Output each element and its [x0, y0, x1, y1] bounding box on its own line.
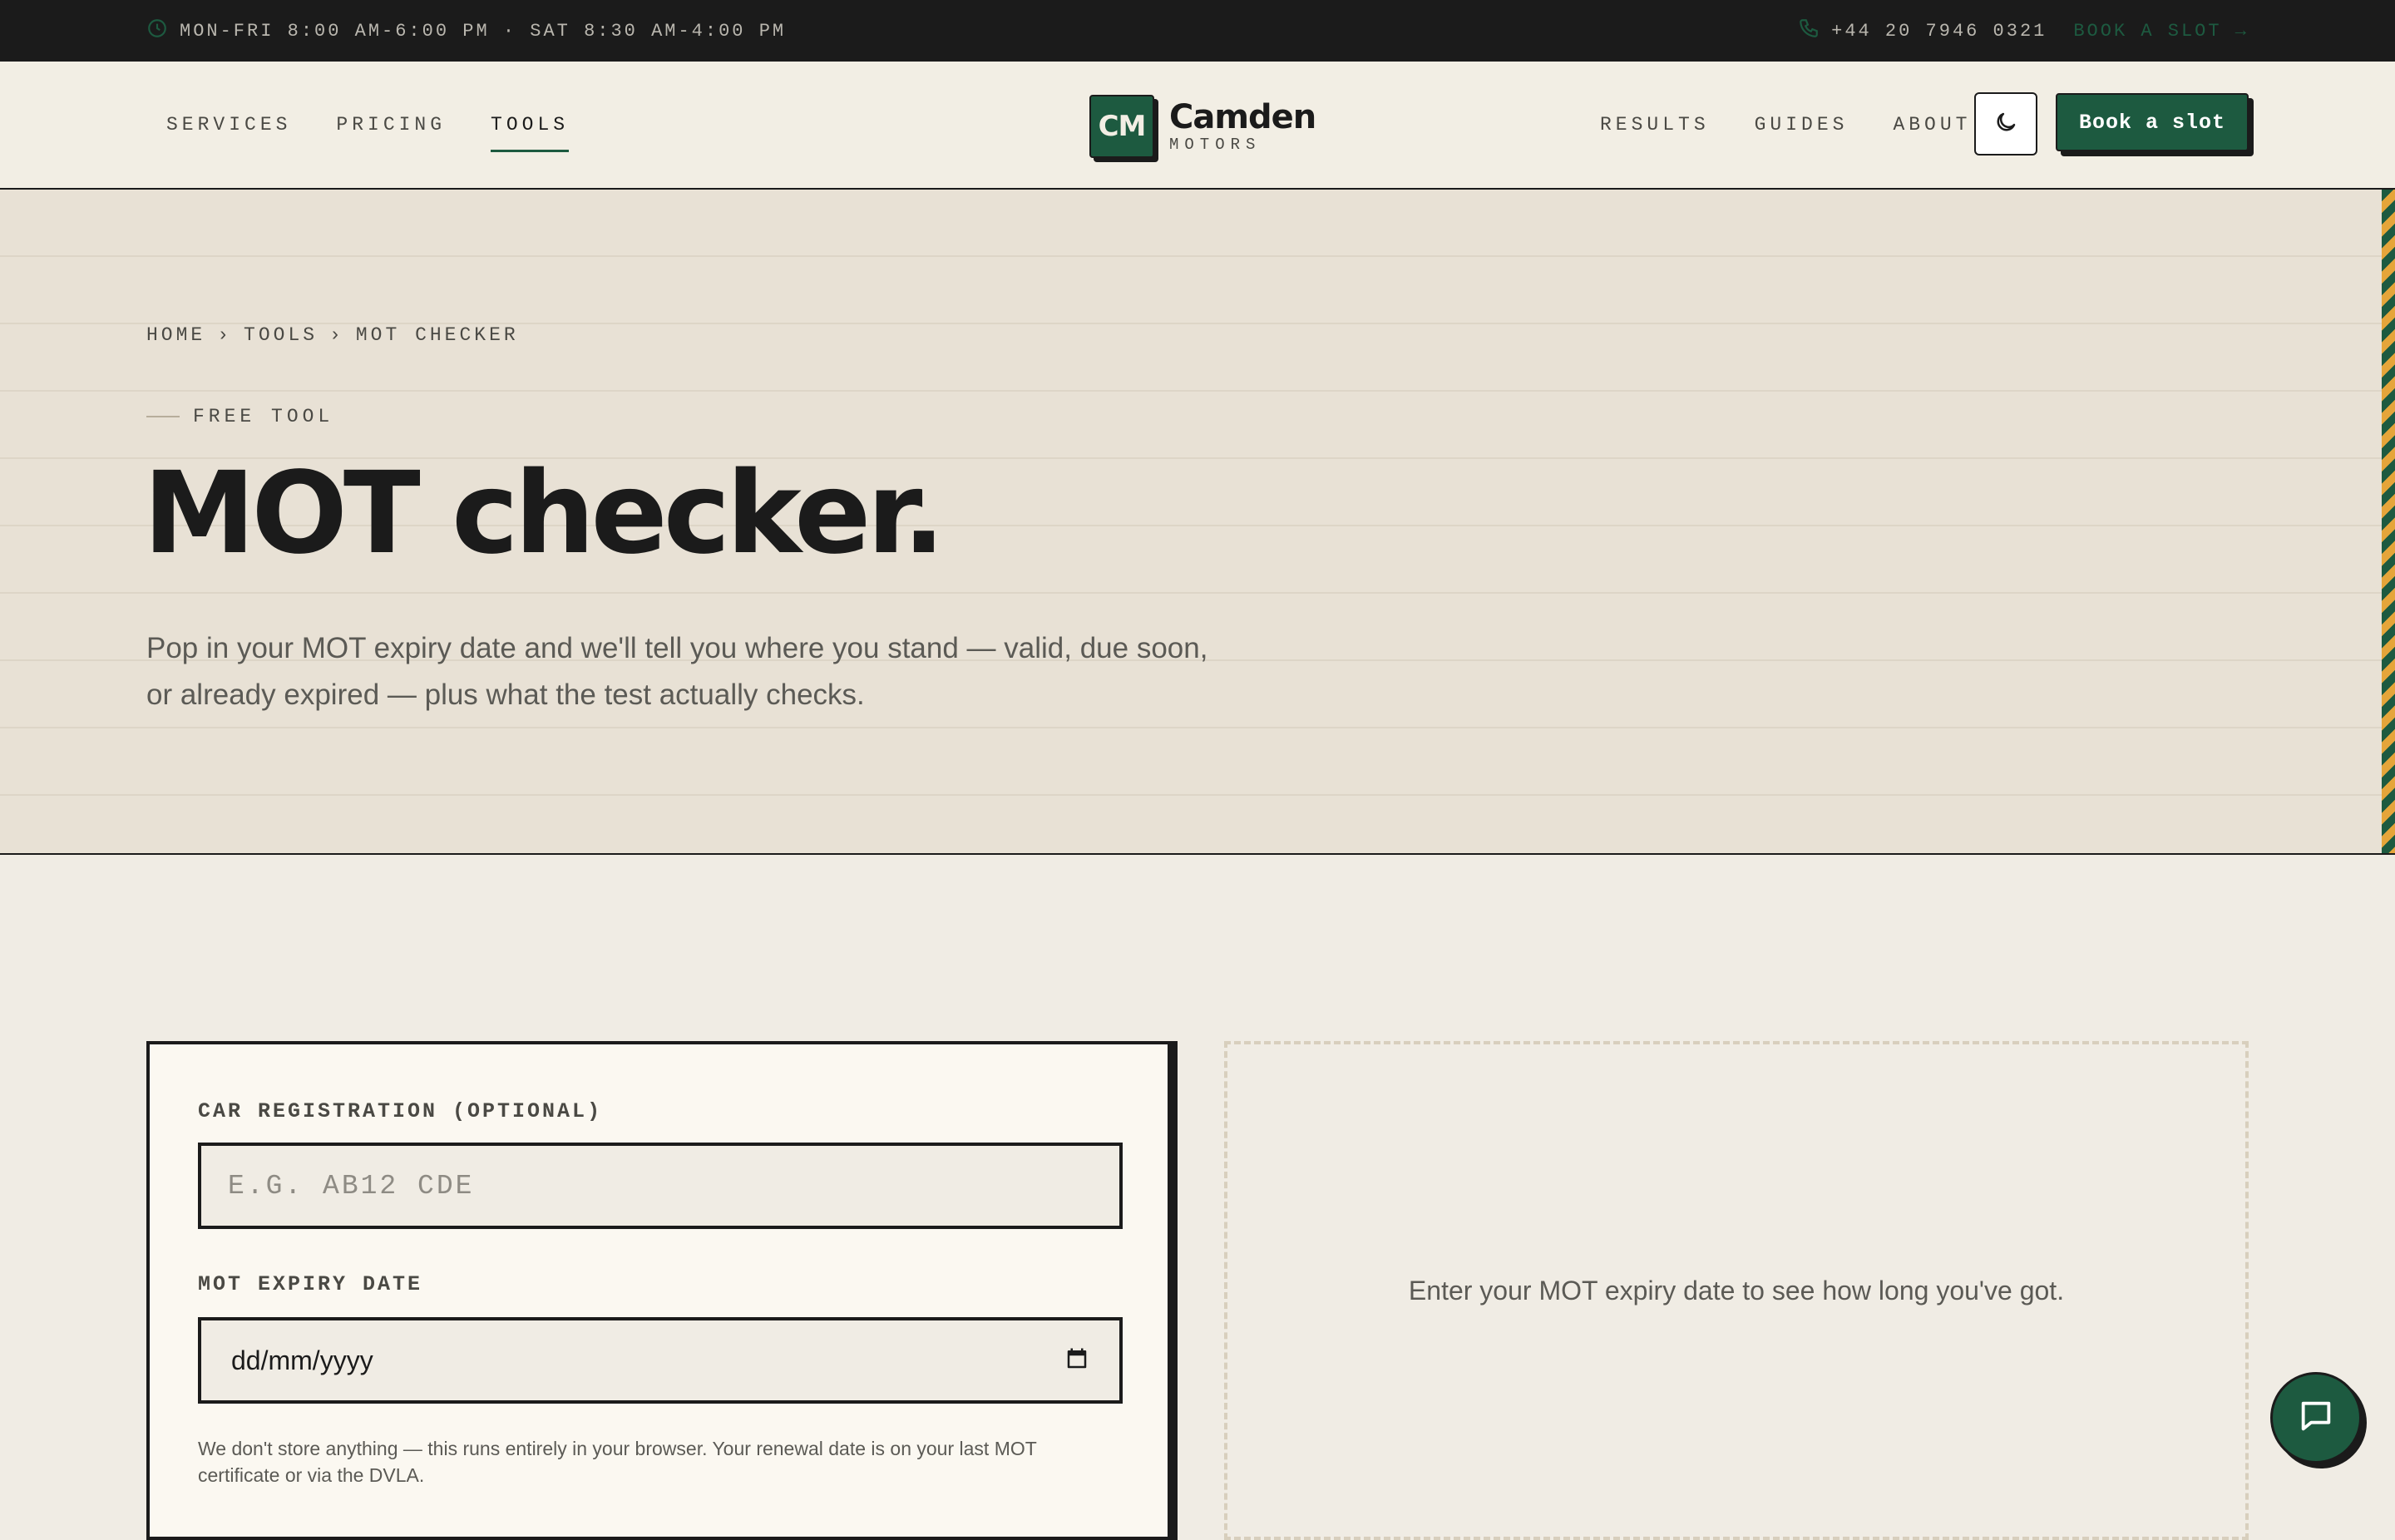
registration-input[interactable]	[198, 1143, 1123, 1229]
nav-results[interactable]: RESULTS	[1600, 114, 1710, 136]
nav-guides[interactable]: GUIDES	[1755, 114, 1849, 136]
breadcrumb-tools[interactable]: TOOLS	[244, 324, 318, 346]
nav-tools[interactable]: TOOLS	[491, 114, 570, 152]
expiry-date-label: MOT EXPIRY DATE	[198, 1272, 423, 1296]
mot-form-card: CAR REGISTRATION (OPTIONAL) MOT EXPIRY D…	[146, 1041, 1171, 1540]
breadcrumb: HOME › TOOLS › MOT CHECKER	[146, 324, 519, 346]
arrow-right-icon: →	[2235, 20, 2249, 42]
registration-label: CAR REGISTRATION (OPTIONAL)	[198, 1099, 603, 1123]
hero-description-line-2: or already expired — plus what the test …	[146, 679, 865, 711]
breadcrumb-current: MOT CHECKER	[355, 324, 519, 346]
chevron-right-icon: ›	[329, 324, 344, 346]
hero-description: Pop in your MOT expiry date and we'll te…	[146, 625, 1277, 718]
chevron-right-icon: ›	[217, 324, 233, 346]
expiry-date-input[interactable]: dd/mm/yyyy	[198, 1317, 1123, 1404]
page-title: MOT checker.	[143, 448, 946, 580]
nav-services[interactable]: SERVICES	[166, 114, 291, 136]
eyebrow-rule	[146, 416, 180, 417]
result-placeholder-message: Enter your MOT expiry date to see how lo…	[1408, 1276, 2065, 1306]
logo-name: Camden	[1169, 97, 1316, 136]
hero-section: HOME › TOOLS › MOT CHECKER FREE TOOL MOT…	[0, 190, 2395, 855]
top-book-slot-link[interactable]: BOOK A SLOT →	[2073, 21, 2249, 42]
top-contact: +44 20 7946 0321 BOOK A SLOT →	[1798, 18, 2249, 43]
top-book-slot-label: BOOK A SLOT	[2073, 20, 2222, 42]
top-info-bar: MON-FRI 8:00 AM-6:00 PM · SAT 8:30 AM-4:…	[0, 0, 2395, 62]
site-header: SERVICES PRICING TOOLS CM Camden MOTORS …	[0, 62, 2395, 190]
date-input-value: dd/mm/yyyy	[231, 1345, 373, 1375]
clock-icon	[146, 17, 168, 45]
result-panel: Enter your MOT expiry date to see how lo…	[1224, 1041, 2249, 1540]
breadcrumb-home[interactable]: HOME	[146, 324, 205, 346]
privacy-help-text: We don't store anything — this runs enti…	[198, 1435, 1121, 1488]
phone-number-link[interactable]: +44 20 7946 0321	[1831, 21, 2047, 42]
logo-subtitle: MOTORS	[1169, 135, 1262, 154]
moon-icon	[1993, 110, 2018, 139]
eyebrow: FREE TOOL	[146, 406, 333, 427]
hazard-stripe	[2382, 190, 2395, 853]
opening-hours-text: MON-FRI 8:00 AM-6:00 PM · SAT 8:30 AM-4:…	[180, 20, 787, 42]
opening-hours: MON-FRI 8:00 AM-6:00 PM · SAT 8:30 AM-4:…	[146, 18, 786, 43]
logo-mark: CM	[1089, 95, 1154, 158]
hero-description-line-1: Pop in your MOT expiry date and we'll te…	[146, 632, 1208, 664]
chat-button[interactable]	[2270, 1372, 2362, 1463]
book-slot-button[interactable]: Book a slot	[2056, 93, 2249, 151]
primary-nav-left: SERVICES PRICING TOOLS	[166, 62, 570, 188]
primary-nav-right: RESULTS GUIDES ABOUT	[1600, 62, 1971, 188]
phone-icon	[1798, 17, 1820, 45]
help-text-line-1: We don't store anything — this runs enti…	[198, 1438, 1037, 1459]
chat-icon	[2297, 1397, 2335, 1439]
help-text-line-2: certificate or via the DVLA.	[198, 1464, 425, 1486]
theme-toggle-button[interactable]	[1974, 92, 2037, 155]
calendar-icon[interactable]	[1064, 1346, 1089, 1375]
nav-about[interactable]: ABOUT	[1893, 114, 1971, 136]
nav-pricing[interactable]: PRICING	[336, 114, 446, 136]
eyebrow-text: FREE TOOL	[193, 406, 334, 427]
site-logo[interactable]: CM Camden MOTORS	[1089, 95, 1316, 158]
